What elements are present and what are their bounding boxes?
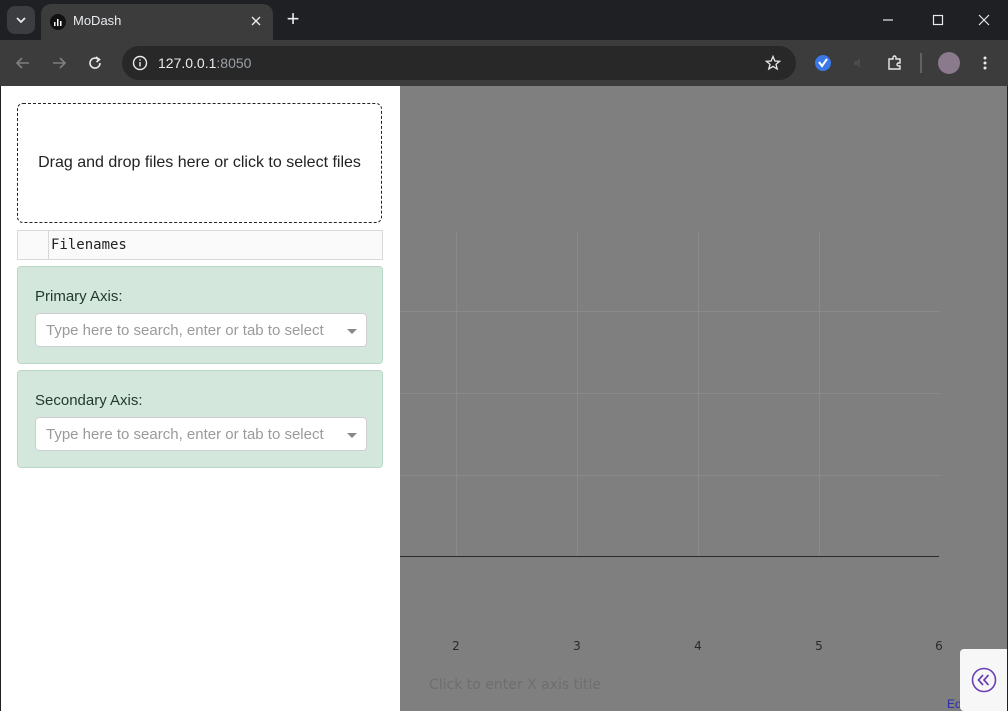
file-upload-dropzone[interactable]: Drag and drop files here or click to sel… (17, 103, 382, 223)
vpn-extension-icon[interactable] (813, 53, 833, 73)
star-icon[interactable] (764, 54, 782, 72)
reload-button[interactable] (84, 52, 106, 74)
back-button[interactable] (12, 52, 34, 74)
bar-chart-icon (50, 14, 66, 30)
minimize-button[interactable] (873, 8, 903, 32)
forward-arrow-icon (53, 57, 67, 69)
x-axis-title[interactable]: Click to enter X axis title (429, 677, 601, 693)
x-tick-label: 2 (452, 639, 460, 653)
url-text: 127.0.0.1:8050 (158, 55, 251, 71)
upload-prompt: Drag and drop files here or click to sel… (38, 154, 361, 171)
secondary-axis-placeholder: Type here to search, enter or tab to sel… (46, 426, 324, 443)
dropdown-caret-icon[interactable] (347, 433, 357, 438)
maximize-button[interactable] (923, 8, 953, 32)
x-tick-label: 4 (694, 639, 702, 653)
grid-line (456, 232, 457, 557)
forward-button[interactable] (48, 52, 70, 74)
grid-line (400, 393, 940, 394)
secondary-axis-dropdown[interactable]: Type here to search, enter or tab to sel… (35, 417, 367, 451)
chevron-down-icon (16, 17, 26, 24)
double-chevron-left-icon (971, 667, 997, 693)
tab-modash[interactable]: MoDash (41, 4, 273, 40)
url-host: 127.0.0.1 (158, 55, 217, 71)
back-arrow-icon (15, 57, 29, 69)
kebab-menu-icon[interactable] (975, 53, 995, 73)
primary-axis-card: Primary Axis: Type here to search, enter… (17, 266, 383, 364)
tab-strip: MoDash + (0, 0, 1008, 40)
secondary-axis-label: Secondary Axis: (35, 392, 143, 409)
x-axis-line (400, 556, 939, 557)
primary-axis-dropdown[interactable]: Type here to search, enter or tab to sel… (35, 313, 367, 347)
collapse-sidebar-button[interactable] (960, 649, 1007, 711)
filenames-table: Filenames (17, 230, 383, 260)
toolbar-divider (920, 53, 922, 73)
primary-axis-label: Primary Axis: (35, 288, 123, 305)
sidebar-panel: Drag and drop files here or click to sel… (1, 86, 400, 711)
secondary-axis-card: Secondary Axis: Type here to search, ent… (17, 370, 383, 468)
grid-line (819, 232, 820, 557)
grid-line (577, 232, 578, 557)
row-index-header (18, 231, 49, 259)
dropdown-caret-icon[interactable] (347, 329, 357, 334)
minimize-icon (883, 19, 893, 21)
maximize-icon (932, 14, 944, 26)
tab-title: MoDash (73, 13, 122, 28)
x-tick-label: 3 (573, 639, 581, 653)
browser-window: MoDash + 127.0.0.1:8050 2 3 4 5 6 Click … (0, 0, 1008, 711)
info-icon[interactable] (130, 53, 150, 73)
avatar[interactable] (938, 52, 960, 74)
close-window-button[interactable] (969, 8, 999, 32)
browser-toolbar: 127.0.0.1:8050 (0, 40, 1008, 86)
grid-line (400, 475, 940, 476)
close-icon (978, 14, 990, 26)
address-bar[interactable]: 127.0.0.1:8050 (122, 46, 796, 80)
url-port: :8050 (216, 55, 252, 71)
tab-search-button[interactable] (7, 6, 35, 34)
close-icon[interactable] (247, 12, 265, 30)
grid-line (400, 311, 940, 312)
x-tick-label: 5 (815, 639, 823, 653)
puzzle-icon[interactable] (885, 53, 905, 73)
x-tick-label: 6 (935, 639, 943, 653)
page-viewport: 2 3 4 5 6 Click to enter X axis title Ed… (1, 86, 1007, 711)
reload-icon (89, 56, 101, 69)
new-tab-button[interactable]: + (282, 8, 304, 30)
primary-axis-placeholder: Type here to search, enter or tab to sel… (46, 322, 324, 339)
grid-line (698, 232, 699, 557)
filenames-header: Filenames (51, 237, 127, 253)
audio-extension-icon[interactable] (849, 53, 869, 73)
